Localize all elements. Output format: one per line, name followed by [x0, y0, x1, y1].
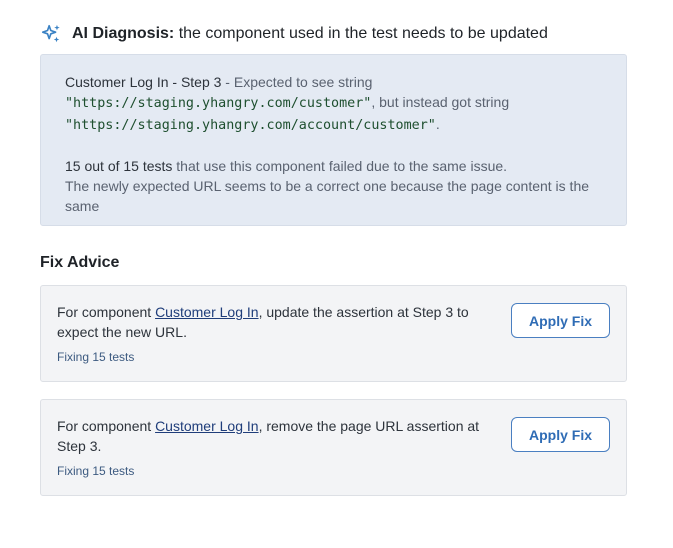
apply-fix-button[interactable]: Apply Fix: [511, 303, 610, 338]
diagnosis-details: Customer Log In - Step 3 - Expected to s…: [40, 54, 627, 226]
fixing-count: Fixing 15 tests: [57, 464, 135, 478]
diagnosis-label: AI Diagnosis:: [72, 25, 175, 42]
diagnosis-header: AI Diagnosis: the component used in the …: [40, 22, 548, 46]
failed-count: 15 out of 15 tests: [65, 158, 173, 174]
diagnosis-message: Customer Log In - Step 3 - Expected to s…: [65, 72, 602, 136]
fix-advice-title: Fix Advice: [40, 254, 120, 271]
but-text: , but instead got string: [371, 94, 510, 110]
component-link[interactable]: Customer Log In: [155, 418, 259, 434]
diagnosis-summary: the component used in the test needs to …: [178, 25, 548, 42]
expected-prefix: - Expected to see string: [221, 74, 373, 90]
apply-fix-button[interactable]: Apply Fix: [511, 417, 610, 452]
sparkles-icon: [41, 24, 60, 43]
failed-count-rest: that use this component failed due to th…: [172, 158, 508, 174]
component-link[interactable]: Customer Log In: [155, 304, 259, 320]
fix-advice-card: For component Customer Log In, remove th…: [40, 399, 627, 496]
fixing-count: Fixing 15 tests: [57, 350, 135, 364]
step-label: Customer Log In - Step 3: [65, 74, 222, 90]
advice-prefix: For component: [57, 304, 156, 320]
expected-url: "https://staging.yhangry.com/customer": [65, 96, 372, 111]
fix-advice-text: For component Customer Log In, update th…: [57, 302, 497, 342]
period: .: [435, 116, 440, 132]
fix-advice-text: For component Customer Log In, remove th…: [57, 416, 497, 456]
fix-advice-card: For component Customer Log In, update th…: [40, 285, 627, 382]
diagnosis-explanation: The newly expected URL seems to be a cor…: [65, 178, 590, 214]
advice-prefix: For component: [57, 418, 156, 434]
diagnosis-impact: 15 out of 15 tests that use this compone…: [65, 156, 602, 216]
actual-url: "https://staging.yhangry.com/account/cus…: [65, 118, 436, 133]
